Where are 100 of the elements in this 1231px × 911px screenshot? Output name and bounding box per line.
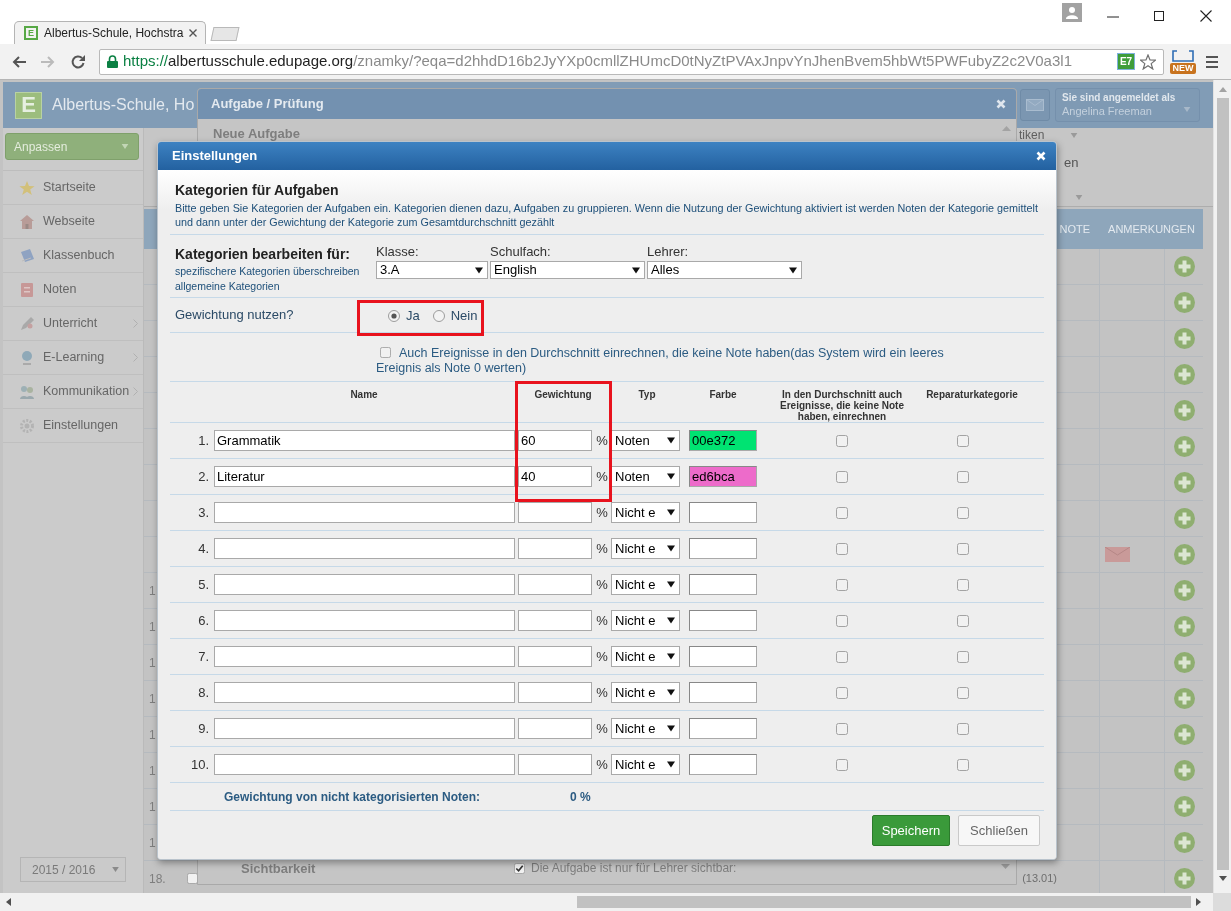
- browser-tab[interactable]: E Albertus-Schule, Hochstra: [14, 21, 206, 44]
- sidebar-item[interactable]: Klassenbuch: [3, 239, 143, 273]
- checkbox[interactable]: [187, 873, 198, 884]
- type-dropdown[interactable]: Noten: [611, 466, 680, 487]
- add-icon[interactable]: [1173, 544, 1195, 565]
- add-icon[interactable]: [1173, 508, 1195, 529]
- add-icon[interactable]: [1173, 724, 1195, 745]
- weight-field[interactable]: 40: [518, 466, 592, 487]
- sidebar-item[interactable]: Einstellungen: [3, 409, 143, 443]
- color-field[interactable]: [689, 538, 757, 559]
- radio-option[interactable]: Nein: [432, 304, 478, 326]
- dropdown[interactable]: English: [490, 261, 645, 279]
- color-field[interactable]: [689, 574, 757, 595]
- checkbox[interactable]: [836, 542, 848, 555]
- weight-field[interactable]: [518, 646, 592, 667]
- checkbox[interactable]: [957, 434, 969, 447]
- star-icon[interactable]: [1140, 53, 1156, 70]
- forward-icon[interactable]: [40, 53, 56, 70]
- scroll-right-icon[interactable]: [1196, 898, 1201, 906]
- menu-icon[interactable]: [1206, 55, 1218, 68]
- back-icon[interactable]: [11, 53, 27, 70]
- checkbox[interactable]: [836, 758, 848, 771]
- radio-button[interactable]: [388, 310, 400, 322]
- add-icon[interactable]: [1173, 256, 1195, 277]
- color-field[interactable]: [689, 682, 757, 703]
- type-dropdown[interactable]: Nicht e: [611, 502, 680, 523]
- name-field[interactable]: [214, 538, 515, 559]
- checkbox[interactable]: [957, 614, 969, 627]
- add-icon[interactable]: [1173, 580, 1195, 601]
- close-icon[interactable]: [189, 29, 197, 37]
- type-dropdown[interactable]: Nicht e: [611, 610, 680, 631]
- color-field[interactable]: [689, 718, 757, 739]
- weight-field[interactable]: [518, 538, 592, 559]
- color-field[interactable]: [689, 646, 757, 667]
- checkbox[interactable]: [957, 542, 969, 555]
- checkbox[interactable]: [836, 650, 848, 663]
- radio-option[interactable]: Ja: [388, 304, 420, 326]
- type-dropdown[interactable]: Nicht e: [611, 718, 680, 739]
- user-icon[interactable]: [1062, 3, 1082, 22]
- add-icon[interactable]: [1173, 760, 1195, 781]
- checkbox[interactable]: [957, 578, 969, 591]
- checkbox[interactable]: [836, 506, 848, 519]
- sidebar-item[interactable]: Startseite: [3, 171, 143, 205]
- sidebar-item[interactable]: E-Learning: [3, 341, 143, 375]
- name-field[interactable]: [214, 718, 515, 739]
- checkbox[interactable]: [836, 686, 848, 699]
- checkbox[interactable]: [836, 614, 848, 627]
- dialog-button[interactable]: Schließen: [958, 815, 1040, 846]
- dropdown[interactable]: Alles: [647, 261, 802, 279]
- add-icon[interactable]: [1173, 364, 1195, 385]
- weight-field[interactable]: 60: [518, 430, 592, 451]
- sidebar-item[interactable]: Webseite: [3, 205, 143, 239]
- add-icon[interactable]: [1173, 616, 1195, 637]
- checkbox-option[interactable]: Auch Ereignisse in den Durchschnitt einrechnen, die keine Note haben(das System wird ein leeres Ereignis als Note 0 werten): [376, 346, 986, 376]
- envelope-icon[interactable]: [1105, 547, 1130, 562]
- type-dropdown[interactable]: Noten: [611, 430, 680, 451]
- weight-field[interactable]: [518, 574, 592, 595]
- color-field[interactable]: [689, 502, 757, 523]
- name-field[interactable]: [214, 754, 515, 775]
- checkbox[interactable]: [836, 722, 848, 735]
- maximize-icon[interactable]: [1154, 11, 1164, 21]
- weight-field[interactable]: [518, 718, 592, 739]
- sidebar-item[interactable]: Kommunikation: [3, 375, 143, 409]
- checkbox[interactable]: [380, 347, 391, 358]
- checkbox[interactable]: [957, 506, 969, 519]
- checkbox[interactable]: [836, 470, 848, 483]
- scrollbar-thumb[interactable]: [1216, 98, 1229, 870]
- add-icon[interactable]: [1173, 400, 1195, 421]
- add-icon[interactable]: [1173, 292, 1195, 313]
- scroll-down-icon[interactable]: [1218, 876, 1227, 881]
- extension-button[interactable]: NEW: [1169, 48, 1197, 75]
- type-dropdown[interactable]: Nicht e: [611, 538, 680, 559]
- add-icon[interactable]: [1173, 688, 1195, 709]
- add-icon[interactable]: [1173, 436, 1195, 457]
- scroll-up-icon[interactable]: [1002, 126, 1011, 131]
- checkbox[interactable]: [836, 578, 848, 591]
- name-field[interactable]: [214, 574, 515, 595]
- address-bar[interactable]: https://albertusschule.edupage.org/znamky/?eqa=d2hhdD16b2JyYXp0cmllZHUmcD0tNyZtPVAxJnpvYnJhenBvem5hbWt5PWFubyZ2c2V0a3l1 E7: [99, 48, 1164, 75]
- color-field[interactable]: [689, 754, 757, 775]
- name-field[interactable]: [214, 610, 515, 631]
- add-icon[interactable]: [1173, 868, 1195, 889]
- type-dropdown[interactable]: Nicht e: [611, 574, 680, 595]
- sidebar-item[interactable]: Unterricht: [3, 307, 143, 341]
- radio-button[interactable]: [432, 310, 445, 322]
- scroll-left-icon[interactable]: [6, 898, 11, 906]
- name-field[interactable]: [214, 646, 515, 667]
- checkbox[interactable]: [957, 470, 969, 483]
- add-icon[interactable]: [1173, 832, 1195, 853]
- type-dropdown[interactable]: Nicht e: [611, 754, 680, 775]
- color-field[interactable]: ed6bca: [689, 466, 757, 487]
- name-field[interactable]: [214, 502, 515, 523]
- weight-field[interactable]: [518, 682, 592, 703]
- add-icon[interactable]: [1173, 472, 1195, 493]
- add-icon[interactable]: [1173, 796, 1195, 817]
- new-tab-button[interactable]: [210, 27, 240, 41]
- checkbox[interactable]: [836, 434, 848, 447]
- mail-button[interactable]: [1020, 89, 1050, 121]
- checkbox[interactable]: [957, 722, 969, 735]
- color-field[interactable]: 00e372: [689, 430, 757, 451]
- checkbox[interactable]: [957, 686, 969, 699]
